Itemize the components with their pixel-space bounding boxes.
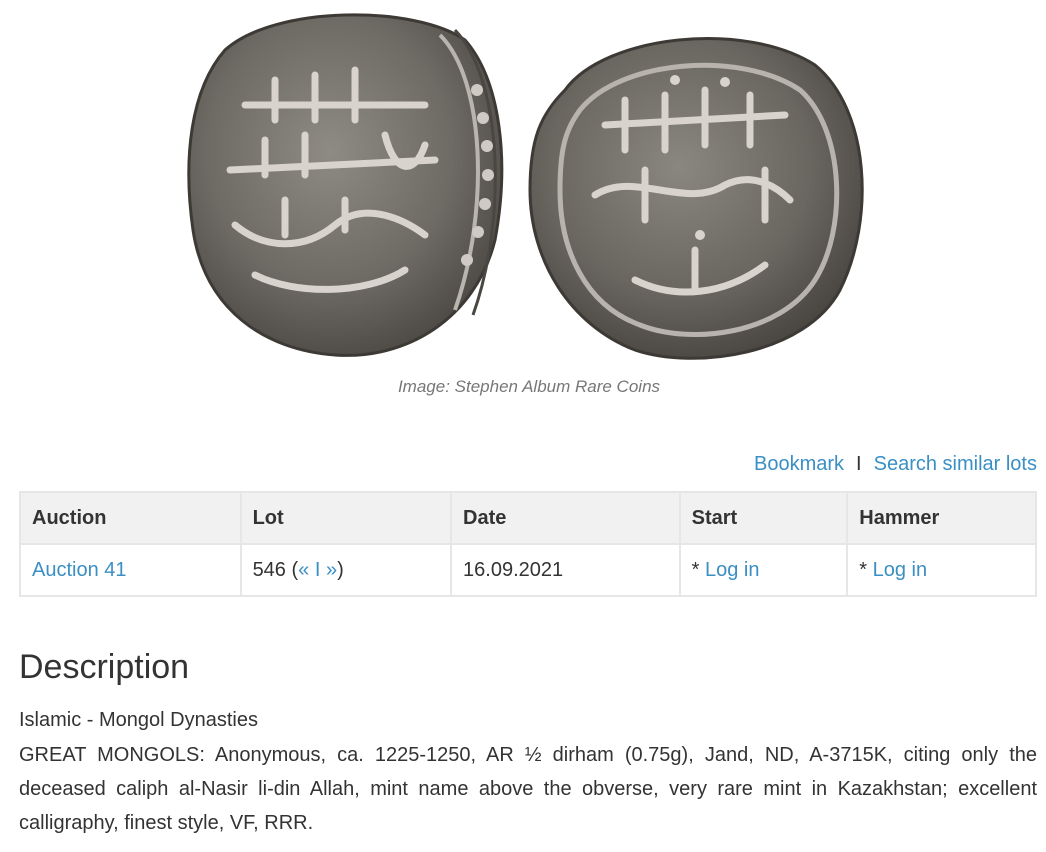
start-login-link[interactable]: Log in xyxy=(705,559,760,581)
cell-auction: Auction 41 xyxy=(19,543,242,597)
previous-lot-link[interactable]: « xyxy=(298,559,309,581)
hammer-login-link[interactable]: Log in xyxy=(873,559,928,581)
lot-table: Auction Lot Date Start Hammer Auction 41… xyxy=(19,491,1037,597)
description-category: Islamic - Mongol Dynasties xyxy=(19,709,258,731)
header-auction: Auction xyxy=(19,491,242,545)
coin-obverse xyxy=(187,13,504,357)
search-similar-link[interactable]: Search similar lots xyxy=(874,453,1037,475)
header-lot: Lot xyxy=(239,491,453,545)
bookmark-link[interactable]: Bookmark xyxy=(754,453,844,475)
header-hammer: Hammer xyxy=(846,491,1037,545)
coin-image-area: Image: Stephen Album Rare Coins xyxy=(0,0,1046,410)
next-lot-link[interactable]: » xyxy=(326,559,337,581)
header-start: Start xyxy=(678,491,849,545)
image-caption: Image: Stephen Album Rare Coins xyxy=(397,377,661,396)
cell-lot: 546 (« I ») xyxy=(239,543,453,597)
auction-link[interactable]: Auction 41 xyxy=(32,559,127,581)
cell-hammer: * Log in xyxy=(846,543,1037,597)
table-header-row: Auction Lot Date Start Hammer xyxy=(19,491,1037,545)
description-text: GREAT MONGOLS: Anonymous, ca. 1225-1250,… xyxy=(19,744,1037,834)
lot-paren-close: ) xyxy=(337,558,344,581)
table-row: Auction 41 546 (« I ») 16.09.2021 * Log … xyxy=(19,543,1037,597)
cell-start: * Log in xyxy=(678,543,849,597)
header-date: Date xyxy=(450,491,681,545)
description-heading: Description xyxy=(19,648,190,686)
actions-separator: I xyxy=(856,453,862,475)
cell-date: 16.09.2021 xyxy=(450,543,681,597)
lot-actions: Bookmark I Search similar lots xyxy=(754,453,1037,476)
coin-reverse xyxy=(528,37,864,360)
lot-nav-separator: I xyxy=(314,558,321,581)
coin-image[interactable] xyxy=(185,10,875,370)
start-prefix: * xyxy=(691,558,705,581)
lot-number: 546 xyxy=(252,558,286,581)
hammer-prefix: * xyxy=(859,558,873,581)
